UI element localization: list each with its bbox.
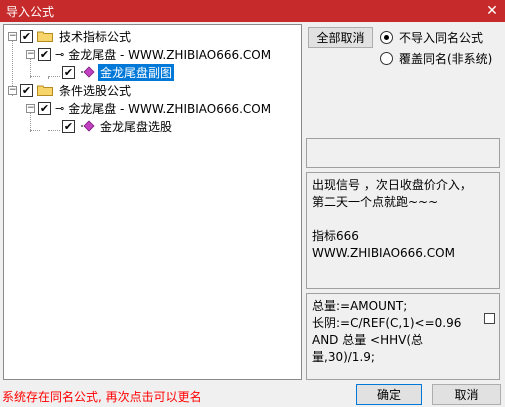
tree-node-stock-selection-formulas[interactable]: − ✔ 条件选股公式	[8, 81, 133, 99]
deselect-all-button[interactable]: 全部取消	[308, 27, 373, 48]
description-line	[312, 211, 494, 228]
tree-node-indicator-formulas[interactable]: − ✔ 技术指标公式	[8, 27, 133, 45]
code-line: 量,30)/1.9;	[312, 350, 375, 364]
key-icon: ⊸	[55, 101, 64, 115]
code-line: 长阴:=C/REF(C,1)<=0.96	[312, 316, 462, 330]
tree-label: 金龙尾盘选股	[100, 119, 173, 134]
formula-icon	[81, 66, 95, 78]
close-icon[interactable]: ✕	[483, 2, 501, 20]
folder-icon	[37, 85, 53, 96]
collapse-icon[interactable]: −	[26, 49, 35, 59]
code-line: 总量:=AMOUNT;	[312, 299, 408, 313]
radio-button[interactable]	[380, 52, 393, 65]
checkbox-indicator-formulas[interactable]: ✔	[20, 29, 33, 43]
tree-node-formula-set[interactable]: − ✔ ⊸ 金龙尾盘 - WWW.ZHIBIAO666.COM	[26, 45, 273, 63]
description-line: 指标666	[312, 229, 359, 243]
tree-node-formula-set[interactable]: − ✔ ⊸ 金龙尾盘 - WWW.ZHIBIAO666.COM	[26, 99, 273, 117]
description-line: 第二天一个点就跑~~~	[312, 195, 439, 209]
checkbox-stock-selection-formulas[interactable]: ✔	[20, 83, 33, 97]
window-title: 导入公式	[6, 5, 55, 19]
checkbox-formula-set[interactable]: ✔	[38, 47, 51, 61]
ok-button[interactable]: 确定	[356, 384, 422, 405]
formula-description[interactable]: 出现信号 ，次日收盘价介入， 第二天一个点就跑~~~ 指标666 WWW.ZHI…	[306, 172, 500, 289]
tree-label: 金龙尾盘 - WWW.ZHIBIAO666.COM	[68, 47, 272, 62]
tree-node-subchart[interactable]: ✔ 金龙尾盘副图	[62, 63, 175, 81]
tree-label: 金龙尾盘 - WWW.ZHIBIAO666.COM	[68, 101, 272, 116]
formula-icon	[81, 120, 95, 132]
collapse-icon[interactable]: −	[8, 85, 17, 95]
description-line: 出现信号 ，次日收盘价介入，	[312, 178, 472, 192]
checkbox-formula-set[interactable]: ✔	[38, 101, 51, 115]
checkbox-subchart[interactable]: ✔	[62, 65, 75, 79]
radio-overwrite[interactable]: 覆盖同名(非系统)	[380, 50, 492, 67]
radio-label: 覆盖同名(非系统)	[399, 52, 493, 66]
folder-icon	[37, 31, 53, 42]
radio-no-import[interactable]: 不导入同名公式	[380, 29, 483, 46]
formula-code[interactable]: 总量:=AMOUNT; 长阴:=C/REF(C,1)<=0.96 AND 总量 …	[306, 293, 500, 380]
tree-label: 条件选股公式	[59, 83, 132, 98]
collapse-icon[interactable]: −	[26, 103, 35, 113]
description-line: WWW.ZHIBIAO666.COM	[312, 246, 455, 260]
formula-tree[interactable]: − ✔ 技术指标公式 − ✔ ⊸ 金龙尾盘 - WWW.ZHIBIAO666.C…	[3, 24, 302, 380]
empty-panel	[306, 138, 500, 168]
radio-button[interactable]	[380, 31, 393, 44]
tree-label-selected: 金龙尾盘副图	[98, 63, 175, 81]
cancel-button[interactable]: 取消	[432, 384, 501, 405]
tree-node-stock-picker[interactable]: ✔ 金龙尾盘选股	[62, 117, 174, 135]
code-line: AND 总量 <HHV(总	[312, 333, 424, 347]
checkbox-stock-picker[interactable]: ✔	[62, 119, 75, 133]
title-bar: 导入公式 ✕	[0, 0, 505, 22]
radio-label: 不导入同名公式	[399, 31, 484, 45]
key-icon: ⊸	[55, 47, 64, 61]
collapse-icon[interactable]: −	[8, 31, 17, 41]
code-checkbox[interactable]	[484, 313, 495, 324]
status-message: 系统存在同名公式, 再次点击可以更名	[2, 390, 202, 404]
tree-label: 技术指标公式	[59, 29, 132, 44]
